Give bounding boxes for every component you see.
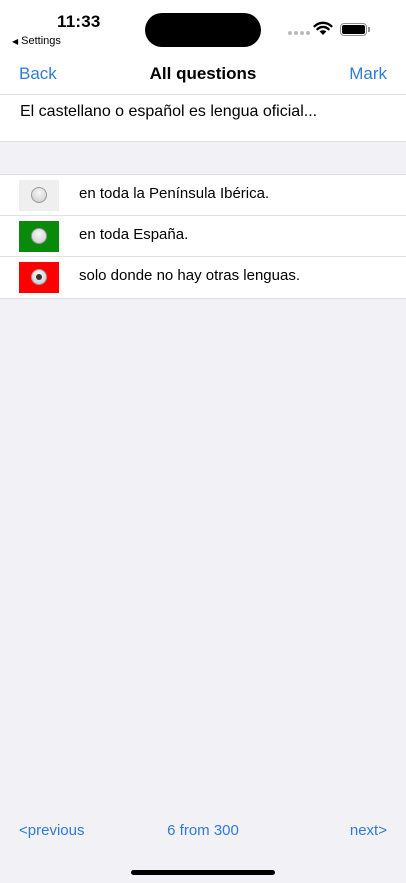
battery-tip — [368, 27, 370, 32]
radio-button-icon[interactable] — [31, 187, 47, 203]
question-card: El castellano o español es lengua oficia… — [0, 94, 406, 142]
answer-list: en toda la Península Ibérica. en toda Es… — [0, 174, 406, 299]
navigation-bar: Back All questions Mark — [0, 52, 406, 94]
status-time: 11:33 — [57, 12, 101, 31]
answer-status-swatch — [19, 180, 59, 211]
wifi-icon — [313, 21, 333, 35]
answer-option-3[interactable]: solo donde no hay otras lenguas. — [0, 257, 406, 298]
answer-option-2[interactable]: en toda España. — [0, 216, 406, 257]
battery-icon — [340, 23, 367, 36]
answer-text: en toda la Península Ibérica. — [79, 185, 270, 202]
page-title: All questions — [149, 64, 257, 83]
dynamic-island — [145, 13, 261, 47]
answer-text: solo donde no hay otras lenguas. — [79, 267, 300, 284]
mark-button[interactable]: Mark — [349, 64, 387, 84]
radio-button-icon[interactable] — [31, 269, 47, 285]
question-text: El castellano o español es lengua oficia… — [20, 103, 318, 120]
question-pager: <previous 6 from 300 next> — [0, 822, 406, 842]
answer-text: en toda España. — [79, 226, 189, 243]
back-to-settings-link[interactable]: ◀ Settings — [12, 35, 61, 47]
home-indicator[interactable] — [131, 870, 275, 875]
cellular-signal-icon — [288, 31, 310, 35]
answer-status-swatch — [19, 221, 59, 252]
radio-button-icon[interactable] — [31, 228, 47, 244]
answer-status-swatch — [19, 262, 59, 293]
next-button[interactable]: next> — [350, 822, 387, 839]
back-to-settings-label: Settings — [21, 35, 61, 47]
question-position-label: 6 from 300 — [167, 822, 239, 839]
back-triangle-icon: ◀ — [12, 36, 19, 46]
answer-option-1[interactable]: en toda la Península Ibérica. — [0, 175, 406, 216]
status-bar: 11:33 ◀ Settings — [0, 0, 406, 52]
